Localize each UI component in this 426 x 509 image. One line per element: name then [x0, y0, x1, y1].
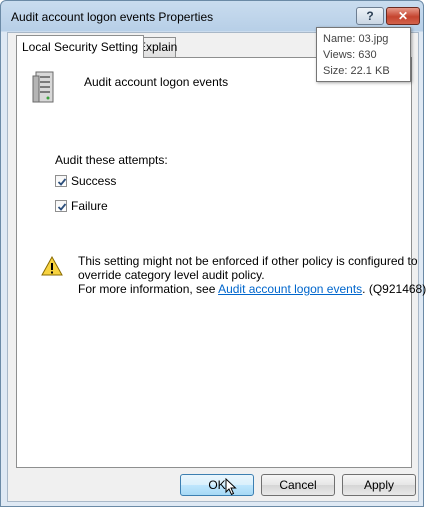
mouse-cursor-icon — [225, 478, 237, 496]
warning-line-3-suffix: . (Q921468) — [362, 282, 426, 296]
apply-button[interactable]: Apply — [342, 474, 416, 496]
failure-checkbox[interactable] — [55, 200, 67, 212]
warning-line-2: override category level audit policy. — [78, 268, 265, 282]
apply-label: Apply — [363, 478, 395, 492]
ok-label: OK — [208, 478, 226, 492]
tab-local-security-setting[interactable]: Local Security Setting — [16, 35, 145, 58]
success-option[interactable]: Success — [55, 174, 116, 188]
tab-label: Local Security Setting — [22, 40, 139, 54]
file-info-tooltip: Name: 03.jpg Views: 630 Size: 22.1 KB — [316, 27, 411, 82]
help-icon: ? — [366, 9, 374, 23]
tooltip-size: Size: 22.1 KB — [323, 65, 390, 77]
checkmark-icon — [57, 203, 67, 211]
policy-name: Audit account logon events — [84, 75, 229, 89]
tooltip-name: Name: 03.jpg — [323, 33, 389, 45]
failure-label: Failure — [71, 199, 108, 213]
warning-line-3: For more information, see Audit account … — [78, 282, 426, 296]
success-label: Success — [71, 174, 117, 188]
audit-attempts-label: Audit these attempts: — [55, 153, 168, 167]
close-button[interactable]: ✕ — [386, 7, 420, 25]
warning-line-3-prefix: For more information, see — [78, 282, 216, 296]
cancel-button[interactable]: Cancel — [261, 474, 335, 496]
success-checkbox[interactable] — [55, 175, 67, 187]
audit-policy-help-link[interactable]: Audit account logon events — [218, 282, 362, 296]
failure-option[interactable]: Failure — [55, 199, 108, 213]
tab-panel: Audit account logon events Audit these a… — [16, 57, 426, 468]
ok-button[interactable]: OK — [180, 474, 254, 496]
checkmark-icon — [57, 178, 67, 186]
warning-icon — [41, 256, 63, 276]
cancel-label: Cancel — [279, 478, 317, 492]
help-button[interactable]: ? — [356, 7, 384, 25]
window-title: Audit account logon events Properties — [11, 10, 214, 24]
server-policy-icon — [32, 71, 54, 103]
tooltip-views: Views: 630 — [323, 49, 377, 61]
dialog-body: Local Security Setting Explain Audit acc… — [7, 32, 426, 502]
warning-line-1: This setting might not be enforced if ot… — [78, 254, 418, 268]
close-icon: ✕ — [397, 9, 409, 23]
warning-message: This setting might not be enforced if ot… — [78, 254, 426, 296]
